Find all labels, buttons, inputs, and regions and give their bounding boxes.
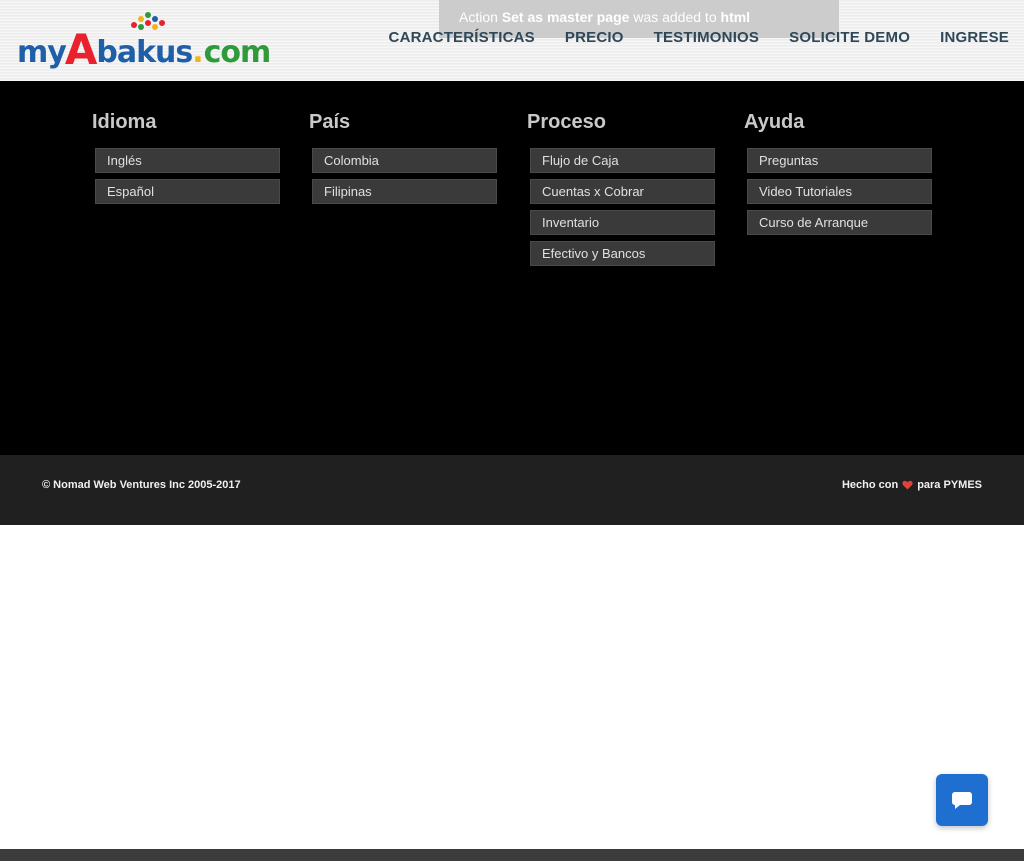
column-title: Proceso bbox=[527, 111, 606, 133]
logo-my: my bbox=[17, 35, 67, 70]
link-curso-de-arranque[interactable]: Curso de Arranque bbox=[747, 210, 932, 235]
column-title: País bbox=[309, 111, 351, 133]
footer-bar: © Nomad Web Ventures Inc 2005-2017 Hecho… bbox=[0, 455, 1024, 525]
nav-precio[interactable]: PRECIO bbox=[565, 29, 624, 46]
link-filipinas[interactable]: Filipinas bbox=[312, 179, 497, 204]
chat-button[interactable] bbox=[936, 774, 988, 826]
nav-solicite-demo[interactable]: SOLICITE DEMO bbox=[789, 29, 910, 46]
logo-com: com bbox=[203, 35, 272, 70]
nav-caracteristicas[interactable]: CARACTERÍSTICAS bbox=[389, 29, 535, 46]
link-colombia[interactable]: Colombia bbox=[312, 148, 497, 173]
link-video-tutoriales[interactable]: Video Tutoriales bbox=[747, 179, 932, 204]
heart-icon bbox=[902, 480, 913, 490]
copyright-text: © Nomad Web Ventures Inc 2005-2017 bbox=[42, 479, 241, 491]
link-efectivo-y-bancos[interactable]: Efectivo y Bancos bbox=[530, 241, 715, 266]
column-title: Ayuda bbox=[744, 111, 805, 133]
toast-prefix: Action bbox=[459, 9, 498, 25]
logo-a: A bbox=[64, 25, 98, 74]
link-espanol[interactable]: Español bbox=[95, 179, 280, 204]
link-flujo-de-caja[interactable]: Flujo de Caja bbox=[530, 148, 715, 173]
logo-dot: . bbox=[192, 35, 204, 70]
made-with-text: Hecho con para PYMES bbox=[842, 479, 982, 491]
logo-bakus: bakus bbox=[96, 35, 193, 70]
made-suffix: para PYMES bbox=[917, 479, 982, 491]
toast-action: Set as master page bbox=[501, 9, 630, 25]
abacus-beads-icon bbox=[131, 12, 171, 34]
link-ingles[interactable]: Inglés bbox=[95, 148, 280, 173]
link-cuentas-x-cobrar[interactable]: Cuentas x Cobrar bbox=[530, 179, 715, 204]
toast-target: html bbox=[720, 9, 751, 25]
footer-links-section: Idioma Inglés Español País Colombia Fili… bbox=[0, 81, 1024, 455]
main-nav: CARACTERÍSTICAS PRECIO TESTIMONIOS SOLIC… bbox=[359, 29, 1009, 46]
nav-ingrese[interactable]: INGRESE bbox=[940, 29, 1009, 46]
link-preguntas[interactable]: Preguntas bbox=[747, 148, 932, 173]
toast-middle: was added to bbox=[633, 9, 717, 25]
made-prefix: Hecho con bbox=[841, 479, 899, 491]
column-title: Idioma bbox=[92, 111, 157, 133]
link-inventario[interactable]: Inventario bbox=[530, 210, 715, 235]
logo[interactable]: my A bakus . com bbox=[17, 12, 271, 74]
chat-bubble-icon bbox=[952, 792, 972, 809]
nav-testimonios[interactable]: TESTIMONIOS bbox=[654, 29, 760, 46]
site-header: my A bakus . com Action Set as master pa… bbox=[0, 0, 1024, 82]
bottom-bar bbox=[0, 849, 1024, 861]
